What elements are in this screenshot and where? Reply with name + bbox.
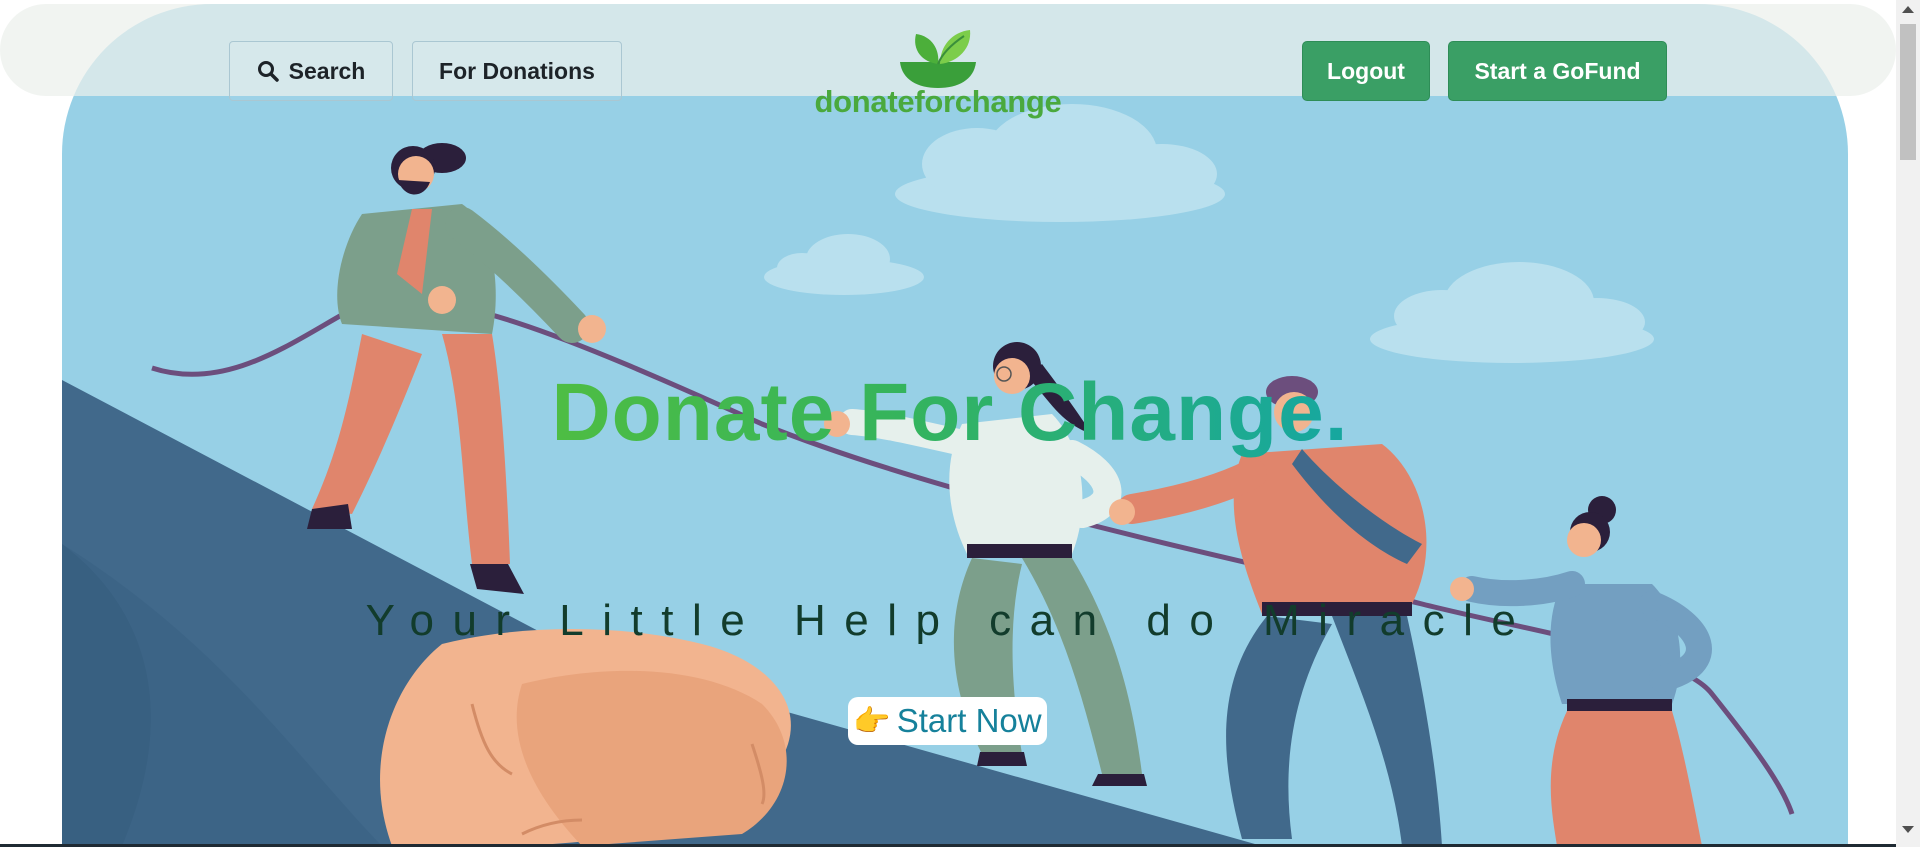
for-donations-button[interactable]: For Donations	[412, 41, 622, 101]
logo-text: donateforchange	[814, 84, 1062, 119]
cloud-icon	[895, 104, 1225, 222]
leaf-bowl-icon	[900, 30, 976, 88]
logout-button[interactable]: Logout	[1302, 41, 1430, 101]
start-gofund-button[interactable]: Start a GoFund	[1448, 41, 1667, 101]
scrollbar-thumb[interactable]	[1900, 24, 1916, 160]
logout-label: Logout	[1327, 57, 1405, 84]
page: Search For Donations donateforchange Log…	[0, 0, 1920, 847]
site-logo[interactable]: donateforchange	[812, 24, 1064, 120]
start-now-label: Start Now	[896, 702, 1042, 739]
scroll-down-arrow-icon[interactable]	[1902, 826, 1914, 833]
search-button[interactable]: Search	[229, 41, 393, 101]
scroll-up-arrow-icon[interactable]	[1902, 6, 1914, 13]
hero-subtitle: Your Little Help can do Miracle	[365, 596, 1535, 645]
start-now-button[interactable]: 👉 Start Now	[848, 697, 1047, 745]
start-gofund-label: Start a GoFund	[1474, 57, 1641, 84]
pointing-hand-icon: 👉	[853, 704, 891, 738]
search-icon	[257, 60, 279, 82]
hero-title: Donate For Change.	[440, 366, 1460, 460]
person-illustration	[1450, 496, 1712, 846]
for-donations-label: For Donations	[439, 57, 595, 84]
page-scrollbar[interactable]	[1896, 0, 1920, 847]
search-button-label: Search	[288, 57, 366, 84]
